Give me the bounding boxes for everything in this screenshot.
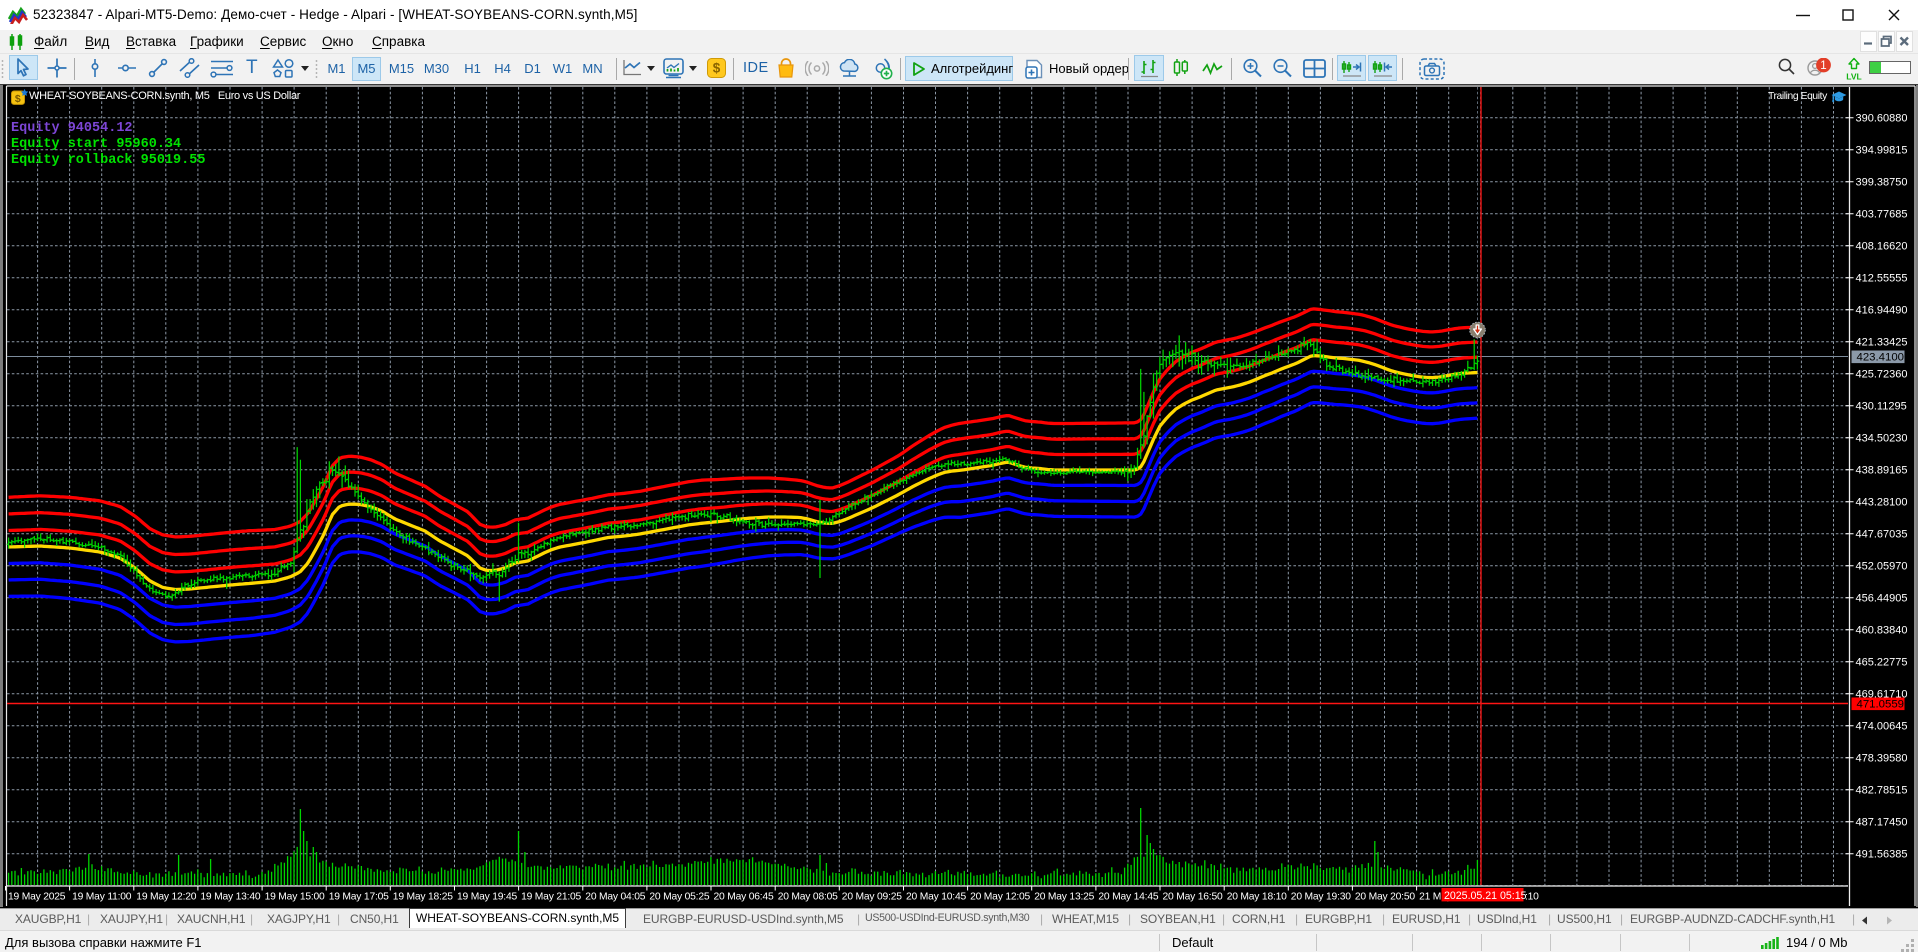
svg-text:421.33425: 421.33425 [1856,337,1908,349]
svg-text:478.39580: 478.39580 [1856,753,1908,765]
svg-text:430.11295: 430.11295 [1856,401,1907,413]
svg-text:19 May 11:00: 19 May 11:00 [72,892,132,903]
svg-text:$: $ [15,93,21,105]
svg-text:471.05596: 471.05596 [1857,698,1911,710]
svg-text:20 May 20:50: 20 May 20:50 [1355,892,1415,903]
svg-text:20 May 19:30: 20 May 19:30 [1291,892,1351,903]
svg-text:20 May 16:50: 20 May 16:50 [1163,892,1223,903]
svg-text:408.16620: 408.16620 [1856,241,1908,253]
svg-text:20 May 13:25: 20 May 13:25 [1034,892,1094,903]
svg-text:482.78515: 482.78515 [1856,785,1908,797]
svg-text:465.22775: 465.22775 [1856,657,1908,669]
svg-text:443.28100: 443.28100 [1856,497,1908,509]
svg-text:19 May 12:20: 19 May 12:20 [136,892,196,903]
svg-text:19 May 21:05: 19 May 21:05 [521,892,581,903]
svg-text:20 May 12:05: 20 May 12:05 [970,892,1030,903]
svg-text:20 May 10:45: 20 May 10:45 [906,892,966,903]
svg-text:19 May 13:40: 19 May 13:40 [200,892,260,903]
svg-text:2025.05.21 05:15: 2025.05.21 05:15 [1444,890,1527,902]
svg-text:394.99815: 394.99815 [1856,145,1908,157]
svg-text:412.55555: 412.55555 [1856,273,1908,285]
svg-text:487.17450: 487.17450 [1856,817,1908,829]
svg-text:438.89165: 438.89165 [1856,465,1908,477]
svg-text::10: :10 [1525,892,1539,903]
svg-text:425.72360: 425.72360 [1856,369,1908,381]
svg-text:399.38750: 399.38750 [1856,177,1908,189]
svg-text:19 May 15:00: 19 May 15:00 [265,892,325,903]
svg-text:447.67035: 447.67035 [1856,529,1908,541]
svg-text:19 May 19:45: 19 May 19:45 [457,892,517,903]
svg-text:19 May 18:25: 19 May 18:25 [393,892,453,903]
svg-text:474.00645: 474.00645 [1856,721,1908,733]
svg-text:19 May 2025: 19 May 2025 [8,892,66,903]
svg-text:416.94490: 416.94490 [1856,305,1908,317]
svg-text:19 May 17:05: 19 May 17:05 [329,892,389,903]
svg-text:452.05970: 452.05970 [1856,561,1908,573]
svg-text:20 May 06:45: 20 May 06:45 [714,892,774,903]
svg-text:20 May 18:10: 20 May 18:10 [1227,892,1287,903]
svg-text:20 May 09:25: 20 May 09:25 [842,892,902,903]
svg-text:20 May 08:05: 20 May 08:05 [778,892,838,903]
svg-text:491.56385: 491.56385 [1856,849,1908,861]
svg-text:20 May 14:45: 20 May 14:45 [1098,892,1158,903]
svg-text:434.50230: 434.50230 [1856,433,1908,445]
svg-text:423.41000: 423.41000 [1857,351,1911,363]
svg-text:390.60880: 390.60880 [1856,113,1908,125]
svg-text:20 May 04:05: 20 May 04:05 [585,892,645,903]
svg-text:456.44905: 456.44905 [1856,593,1908,605]
svg-text:20 May 05:25: 20 May 05:25 [649,892,709,903]
svg-text:403.77685: 403.77685 [1856,209,1908,221]
svg-text:460.83840: 460.83840 [1856,625,1908,637]
